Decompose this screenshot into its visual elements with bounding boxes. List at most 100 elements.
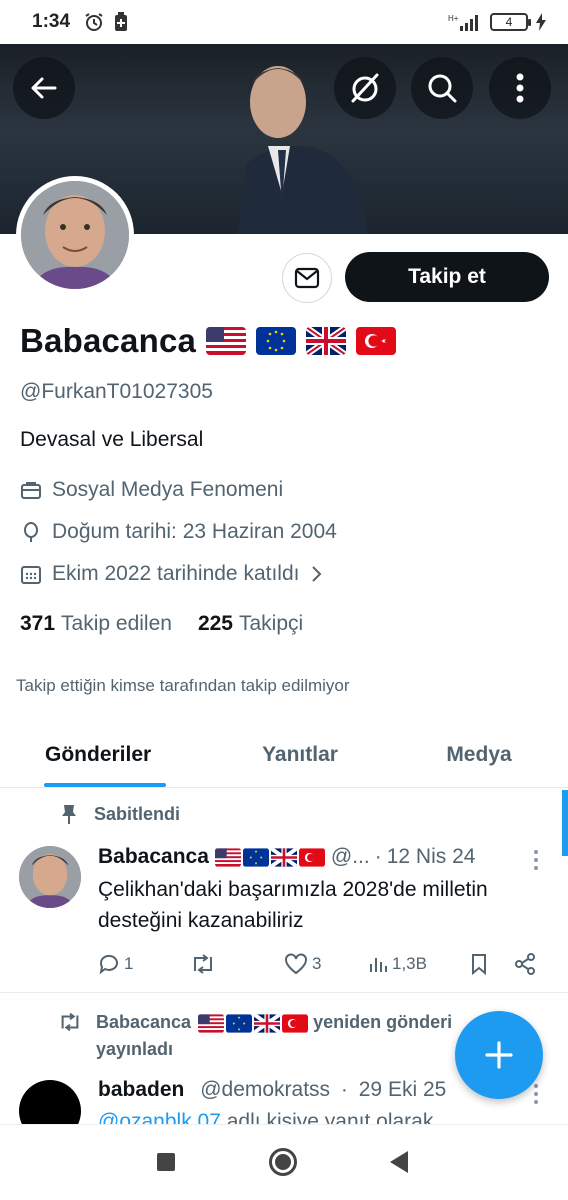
profile-bio: Devasal ve Libersal (20, 428, 204, 451)
flag-tr-icon (298, 847, 325, 867)
profile-joined[interactable]: Ekim 2022 tarihinde katıldı (20, 562, 323, 586)
balloon-icon (24, 522, 38, 542)
post-time: 12 Nis 24 (386, 845, 476, 868)
pinned-label: Sabitlendi (94, 803, 181, 824)
bookmark-icon (472, 954, 486, 975)
slash-circle-icon (351, 73, 379, 103)
followers-count: 225 (197, 612, 233, 635)
avatar-photo (19, 846, 81, 908)
following-label: Takip edilen (61, 612, 172, 635)
post-author-handle: @demokratss (200, 1078, 331, 1101)
post-author-name[interactable]: babaden (98, 1078, 184, 1101)
reply-icon (99, 954, 118, 975)
reply-count: 1 (124, 954, 134, 973)
joined-label: Ekim 2022 tarihinde katıldı (52, 562, 300, 585)
pinned-indicator: Sabitlendi (60, 803, 180, 825)
flag-us-icon (206, 327, 247, 355)
post-header: babaden @demokratss · 29 Eki 25 (98, 1078, 447, 1101)
grok-button[interactable] (334, 57, 396, 119)
reposter-name[interactable]: Babacanca (96, 1012, 191, 1032)
tab-replies[interactable]: Yanıtlar (210, 722, 390, 787)
category-label: Sosyal Medya Fenomeni (52, 478, 284, 501)
pin-icon (62, 805, 76, 824)
battery-icon: 4 (490, 13, 531, 31)
post-author-avatar[interactable] (19, 846, 81, 908)
briefcase-icon (21, 482, 41, 499)
like-count: 3 (312, 954, 322, 973)
chevron-right-icon (312, 566, 322, 582)
following-link[interactable]: 371 Takip edilen (20, 612, 172, 636)
flag-us-icon (214, 847, 241, 867)
follow-button[interactable]: Takip et (345, 252, 549, 302)
repost-icon (194, 954, 212, 974)
flag-tr-icon (356, 327, 397, 355)
scrollbar[interactable] (562, 790, 568, 856)
views-count: 1,3B (392, 954, 427, 973)
status-bar: 1:34 H+ 4 (0, 0, 568, 44)
bookmark-button[interactable] (470, 953, 514, 975)
status-time: 1:34 (32, 11, 71, 32)
system-nav-bar (0, 1124, 568, 1200)
search-button[interactable] (411, 57, 473, 119)
display-name: Babacanca (20, 322, 197, 359)
back-button[interactable] (13, 57, 75, 119)
not-followed-note: Takip ettiğin kimse tarafından takip edi… (16, 676, 350, 695)
follow-counts: 371 Takip edilen 225 Takipçi (20, 612, 303, 636)
message-button[interactable] (282, 253, 332, 303)
profile-birthday: Doğum tarihi: 23 Haziran 2004 (20, 520, 337, 544)
flag-eu-icon (242, 847, 269, 867)
profile-avatar[interactable] (16, 176, 134, 294)
search-icon (428, 74, 457, 103)
profile-category: Sosyal Medya Fenomeni (20, 478, 283, 502)
tab-media[interactable]: Medya (390, 722, 568, 787)
post-divider (0, 992, 568, 993)
views-icon (370, 958, 387, 972)
share-icon (515, 953, 535, 975)
profile-tabs: Gönderiler Yanıtlar Medya (0, 722, 568, 788)
more-button[interactable] (489, 57, 551, 119)
arrow-left-icon (31, 77, 57, 99)
plus-icon (485, 1041, 513, 1069)
followers-link[interactable]: 225 Takipçi (198, 612, 303, 636)
flag-eu-icon (226, 1014, 253, 1033)
profile-name-row: Babacanca (20, 322, 397, 360)
profile-handle: @FurkanT01027305 (20, 380, 213, 403)
flag-us-icon (198, 1014, 225, 1033)
share-button[interactable] (514, 953, 536, 975)
post-time: 29 Eki 25 (358, 1078, 447, 1101)
compose-button[interactable] (455, 1011, 543, 1099)
charging-icon (536, 13, 546, 31)
recents-button[interactable] (157, 1153, 175, 1171)
flag-eu-icon (256, 327, 297, 355)
following-count: 371 (20, 612, 56, 635)
repost-icon (61, 1012, 79, 1032)
post-actions: 1 3 1,3B (98, 950, 542, 978)
alarm-icon (85, 13, 103, 31)
flag-gb-icon (306, 327, 347, 355)
repost-label-suffix: yeniden gönderi (313, 1012, 453, 1032)
repost-indicator: Babacanca yeniden gönderi yayınladı (58, 1009, 452, 1063)
post-more-button[interactable] (533, 1084, 539, 1104)
tab-posts[interactable]: Gönderiler (0, 722, 210, 787)
post-more-button[interactable] (533, 850, 539, 870)
flag-gb-icon (254, 1013, 281, 1033)
repost-button[interactable] (190, 954, 284, 974)
avatar-photo (21, 181, 129, 289)
post-text[interactable]: Çelikhan'daki başarımızla 2028'de millet… (98, 874, 518, 936)
birthday-label: Doğum tarihi: 23 Haziran 2004 (52, 520, 337, 543)
more-vertical-icon (516, 73, 524, 103)
calendar-icon (21, 566, 41, 584)
battery-saver-icon (115, 12, 128, 31)
flag-tr-icon (282, 1014, 309, 1033)
post-author-handle: @... (330, 845, 370, 868)
repost-label-line2: yayınladı (96, 1039, 174, 1059)
heart-icon (285, 953, 307, 975)
post-author-name[interactable]: Babacanca (98, 845, 209, 869)
back-nav-button[interactable] (390, 1151, 408, 1173)
reply-button[interactable]: 1 (98, 953, 190, 975)
home-button[interactable] (269, 1148, 297, 1176)
svg-text:H+: H+ (448, 14, 459, 23)
like-button[interactable]: 3 (284, 953, 368, 975)
views-button[interactable]: 1,3B (368, 954, 470, 974)
post-header: Babacanca @... · 12 Nis 24 (98, 845, 476, 869)
